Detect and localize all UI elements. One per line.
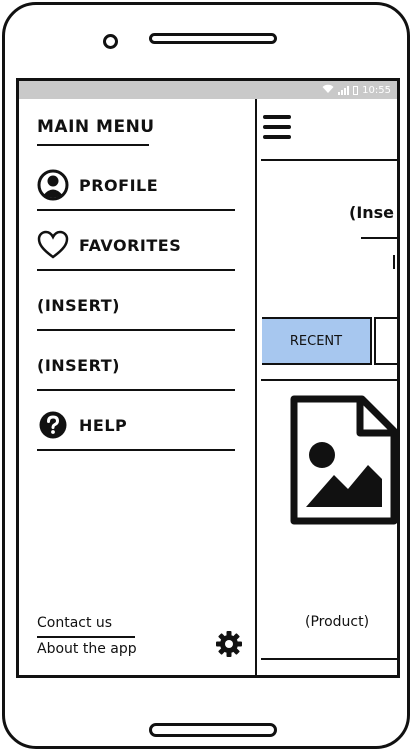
drawer-item-help[interactable]: HELP	[37, 405, 235, 445]
battery-icon	[353, 85, 359, 95]
help-circle-icon	[37, 409, 69, 441]
status-time: 10:55	[362, 84, 391, 96]
divider	[37, 209, 235, 211]
heart-icon	[37, 229, 69, 261]
drawer-item-insert-1[interactable]: (INSERT)	[37, 285, 235, 325]
content-divider	[261, 379, 397, 381]
product-card[interactable]	[288, 395, 397, 531]
contact-us-link[interactable]: Contact us	[37, 615, 112, 631]
about-app-link[interactable]: About the app	[37, 641, 137, 657]
navigation-drawer: MAIN MENU PROFILE FAVORITES (INSERT) (IN…	[19, 99, 257, 675]
drawer-item-label: (INSERT)	[37, 355, 120, 375]
divider	[37, 329, 235, 331]
earpiece-speaker	[149, 33, 277, 44]
product-label: (Product)	[305, 614, 370, 630]
drawer-item-label: (INSERT)	[37, 295, 120, 315]
status-bar: 10:55	[19, 81, 397, 99]
drawer-item-profile[interactable]: PROFILE	[37, 165, 235, 205]
title-underline	[37, 144, 149, 146]
divider	[37, 269, 235, 271]
drawer-item-favorites[interactable]: FAVORITES	[37, 225, 235, 265]
drawer-item-label: HELP	[79, 415, 128, 435]
home-button[interactable]	[149, 723, 277, 737]
drawer-item-label: FAVORITES	[79, 235, 182, 255]
bottom-divider	[261, 658, 397, 660]
toolbar-divider	[261, 159, 397, 161]
wifi-icon	[322, 84, 334, 96]
phone-screen: 10:55 MAIN MENU PROFILE FAVORITES (INSER…	[16, 78, 400, 678]
header-insert-text: (Inse	[349, 203, 395, 222]
user-circle-icon	[37, 169, 69, 201]
gear-icon[interactable]	[215, 630, 243, 658]
header-underline	[361, 237, 397, 239]
hamburger-icon[interactable]	[263, 115, 291, 139]
tab-next[interactable]	[374, 317, 397, 365]
text-cursor	[393, 255, 395, 269]
drawer-item-label: PROFILE	[79, 175, 159, 195]
signal-icon	[338, 85, 350, 95]
tab-recent[interactable]: RECENT	[262, 317, 372, 365]
drawer-title: MAIN MENU	[37, 117, 155, 137]
divider	[37, 449, 235, 451]
front-camera	[103, 34, 118, 49]
divider	[37, 636, 135, 638]
image-file-icon	[288, 395, 397, 531]
tab-bar: RECENT	[257, 315, 397, 367]
divider	[37, 389, 235, 391]
main-content: (Inse RECENT (Product)	[257, 99, 397, 675]
drawer-item-insert-2[interactable]: (INSERT)	[37, 345, 235, 385]
